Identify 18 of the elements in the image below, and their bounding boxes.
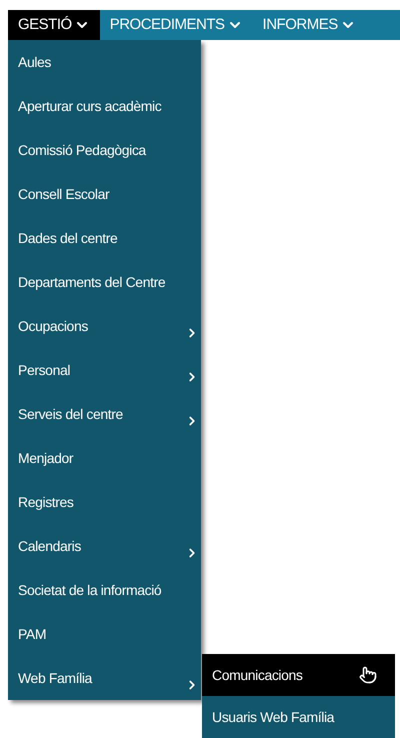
menu-item[interactable]: Societat de la informació [8,568,201,612]
menu-item[interactable]: Calendaris [8,524,201,568]
menu-item[interactable]: Ocupacions [8,304,201,348]
submenu-item[interactable]: Comunicacions [202,654,395,696]
menu-tab[interactable]: GESTIÓ [8,10,100,40]
menu-item[interactable]: Aperturar curs acadèmic [8,84,201,128]
menu-item[interactable]: Consell Escolar [8,172,201,216]
menu-item[interactable]: Departaments del Centre [8,260,201,304]
menu-item[interactable]: Dades del centre [8,216,201,260]
menu-item[interactable]: Registres [8,480,201,524]
menu-item[interactable]: Serveis del centre [8,392,201,436]
menu-item[interactable]: PAM [8,612,201,656]
hand-cursor-icon [359,666,377,684]
menu-item[interactable]: Menjador [8,436,201,480]
menu-item[interactable]: Aules [8,40,201,84]
menu-item[interactable]: Personal [8,348,201,392]
menu-item[interactable]: Web Família [8,656,201,700]
menu-item[interactable]: Comissió Pedagògica [8,128,201,172]
